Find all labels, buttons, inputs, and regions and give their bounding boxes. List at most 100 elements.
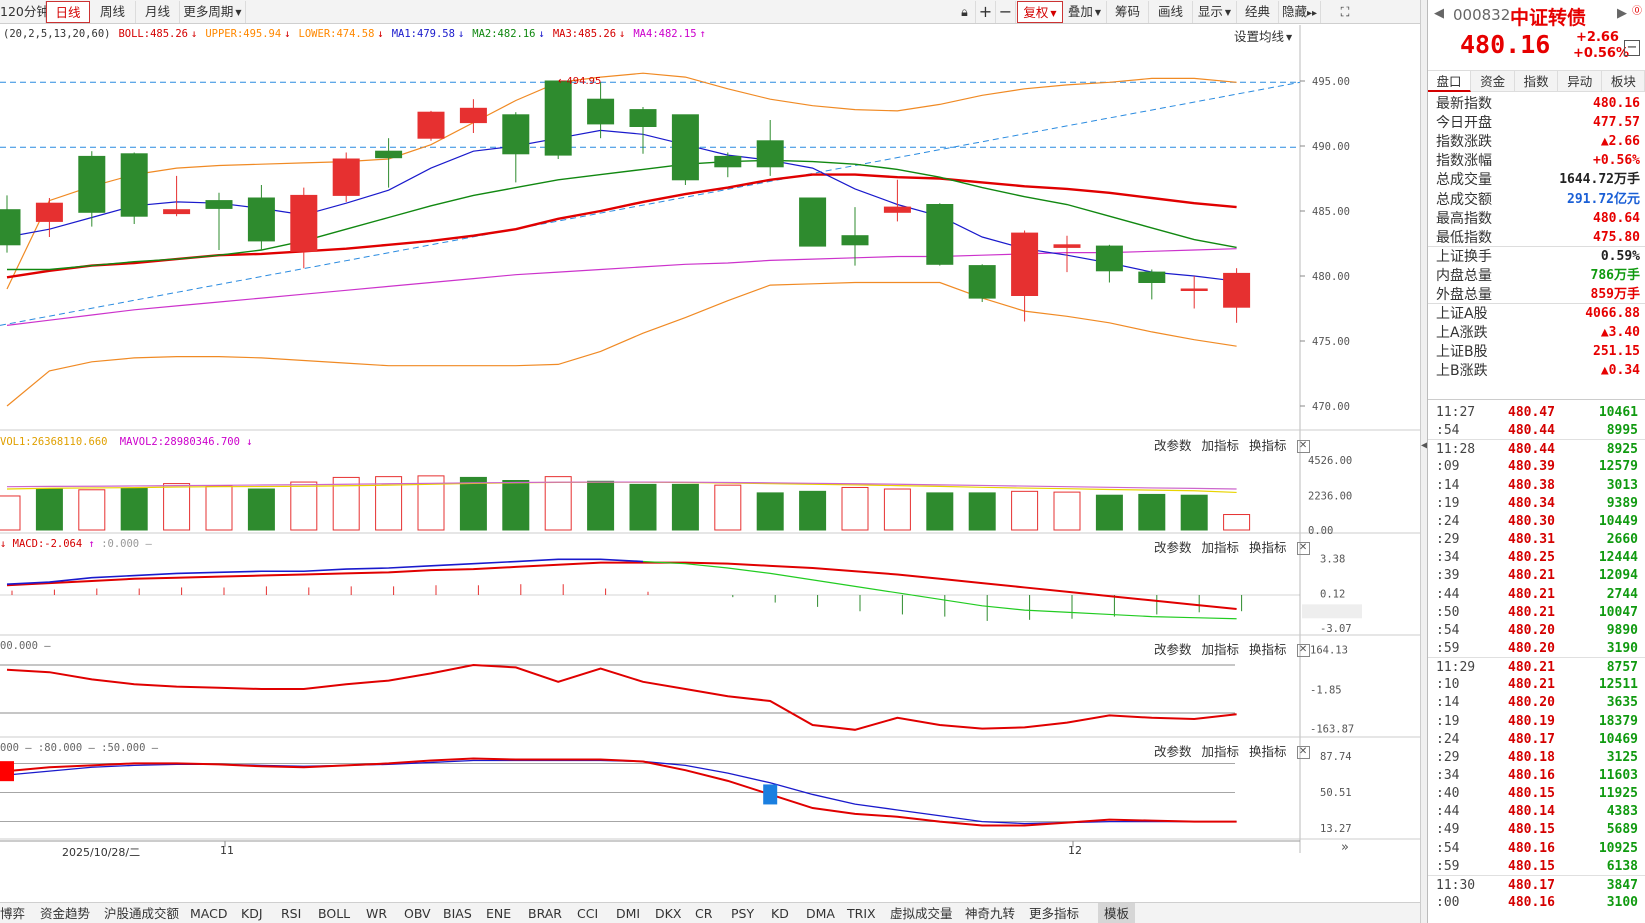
macd-axis-label: 0.12 <box>1320 589 1345 601</box>
chips-button[interactable]: 筹码 <box>1107 1 1149 23</box>
period-daily-button[interactable]: 日线 <box>46 1 90 23</box>
kdj-params-button[interactable]: 改参数 <box>1154 744 1192 759</box>
stat-row: 指数涨跌 ▲2.66 <box>1436 132 1640 152</box>
vol-switch-button[interactable]: 换指标 <box>1249 438 1287 453</box>
stat-row: 上证换手 0.59% <box>1436 247 1640 267</box>
draw-button[interactable]: 画线 <box>1149 1 1193 23</box>
stat-value: 251.15 <box>1593 344 1640 360</box>
candle-body <box>459 107 487 124</box>
indicator-tab[interactable]: PSY <box>731 903 754 923</box>
scroll-right-icon[interactable]: » <box>1341 840 1349 855</box>
tick-price: 480.17 <box>1508 877 1555 893</box>
kline-chart[interactable]: 495.00 490.00 485.00 480.00 475.00 470.00 ←494… <box>0 25 1420 901</box>
quote-tab[interactable]: 盘口 <box>1428 71 1471 92</box>
indicator-tab[interactable]: 虚拟成交量 <box>890 903 953 923</box>
display-button[interactable]: 显示 ▼ <box>1193 1 1237 23</box>
indicator-tab[interactable]: WR <box>366 903 387 923</box>
cci-close-icon[interactable]: ✕ <box>1296 644 1310 657</box>
indicator-tab[interactable]: CCI <box>577 903 598 923</box>
tick-volume: 8757 <box>1606 660 1638 676</box>
zoom-out-icon[interactable]: − <box>996 1 1016 23</box>
period-label: 更多周期 <box>183 4 234 19</box>
next-symbol-icon[interactable]: ▶ <box>1617 6 1627 21</box>
quote-tab[interactable]: 异动 <box>1559 71 1602 92</box>
candle-body <box>671 114 699 181</box>
indicator-tab[interactable]: 更多指标 <box>1029 903 1079 923</box>
stat-label: 外盘总量 <box>1436 287 1492 303</box>
stat-label: 上证换手 <box>1436 248 1492 265</box>
indicator-tab[interactable]: BIAS <box>443 903 472 923</box>
macd-params-button[interactable]: 改参数 <box>1154 540 1192 555</box>
volume-bar <box>1138 493 1166 531</box>
indicator-tab[interactable]: DMA <box>806 903 835 923</box>
indicator-tab[interactable]: 博弈 <box>0 903 25 923</box>
stat-row: 总成交额 291.72亿元 <box>1436 190 1640 210</box>
macd-close-icon[interactable]: ✕ <box>1296 542 1310 555</box>
macd-switch-button[interactable]: 换指标 <box>1249 540 1287 555</box>
cci-params-button[interactable]: 改参数 <box>1154 642 1192 657</box>
kdj-add-button[interactable]: 加指标 <box>1202 744 1240 759</box>
vol1-label: VOL1:26368110.660 <box>0 436 108 448</box>
indicator-tab[interactable]: TRIX <box>847 903 876 923</box>
prev-symbol-icon[interactable]: ◀ <box>1434 6 1444 21</box>
lock-icon[interactable]: 🔒︎ <box>954 1 976 23</box>
indicator-tab[interactable]: 神奇九转 <box>965 903 1015 923</box>
vol-params-button[interactable]: 改参数 <box>1154 438 1192 453</box>
indicator-tab[interactable]: BOLL <box>318 903 350 923</box>
volume-bar <box>883 488 911 531</box>
hide-arrows-icon: ▸▸ <box>1306 8 1318 19</box>
zoom-in-icon[interactable]: + <box>976 1 996 23</box>
indicator-tab[interactable]: KDJ <box>241 903 263 923</box>
overlay-button[interactable]: 叠加 ▼ <box>1063 1 1107 23</box>
candle-body <box>841 235 869 246</box>
period-monthly-button[interactable]: 月线 <box>136 1 180 23</box>
indicator-tab[interactable]: OBV <box>404 903 431 923</box>
indicator-tab[interactable]: BRAR <box>528 903 562 923</box>
kdj-switch-button[interactable]: 换指标 <box>1249 744 1287 759</box>
tick-row: :14 480.20 3635 <box>1428 693 1645 712</box>
indicator-tab[interactable]: 资金趋势 <box>40 903 90 923</box>
tick-price: 480.21 <box>1508 660 1555 676</box>
tick-time: :34 <box>1436 768 1460 783</box>
help-icon[interactable]: ⓪ <box>1632 2 1642 17</box>
cci-switch-button[interactable]: 换指标 <box>1249 642 1287 657</box>
quote-tab[interactable]: 板块 <box>1602 71 1645 92</box>
fullscreen-icon[interactable]: ⛶ <box>1333 1 1357 23</box>
indicator-tab[interactable]: 模板 <box>1098 903 1136 923</box>
hide-button[interactable]: 隐藏▸▸ <box>1279 1 1321 23</box>
tick-time: :40 <box>1436 786 1460 802</box>
quote-tab[interactable]: 指数 <box>1515 71 1559 92</box>
fuquan-button[interactable]: 复权 ▼ <box>1017 1 1063 23</box>
tick-time: :49 <box>1436 822 1460 838</box>
indicator-tab[interactable]: DMI <box>616 903 640 923</box>
indicator-tab[interactable]: MACD <box>190 903 227 923</box>
indicator-tab[interactable]: RSI <box>281 903 301 923</box>
classic-button[interactable]: 经典 <box>1237 1 1279 23</box>
macd-add-button[interactable]: 加指标 <box>1202 540 1240 555</box>
quote-tab[interactable]: 资金 <box>1472 71 1515 92</box>
tick-price: 480.30 <box>1508 513 1555 529</box>
period-weekly-button[interactable]: 周线 <box>90 1 136 23</box>
indicator-tab[interactable]: ENE <box>486 903 511 923</box>
indicator-tab[interactable]: 沪股通成交额 <box>104 903 179 923</box>
macd-panel-tools: 改参数 加指标 换指标 ✕ <box>1144 537 1310 556</box>
period-more-periods-button[interactable]: 更多周期 ▼ <box>180 1 246 23</box>
kdj-close-icon[interactable]: ✕ <box>1296 746 1310 759</box>
indicator-tab[interactable]: KD <box>771 903 789 923</box>
cci-add-button[interactable]: 加指标 <box>1202 642 1240 657</box>
indicator-tab[interactable]: CR <box>695 903 712 923</box>
vol-close-icon[interactable]: ✕ <box>1296 440 1310 453</box>
stat-label: 指数涨幅 <box>1436 153 1492 170</box>
tick-time: :24 <box>1436 731 1460 747</box>
stat-label: 上证B股 <box>1436 344 1488 361</box>
period-period-120-button[interactable]: 120分钟 <box>0 1 49 23</box>
vol-add-button[interactable]: 加指标 <box>1202 438 1240 453</box>
candle-body <box>502 114 530 155</box>
draw-label: 画线 <box>1157 4 1183 19</box>
collapse-quote-icon[interactable]: − <box>1624 40 1640 56</box>
panel-splitter[interactable]: ◀ <box>1420 0 1429 923</box>
vol-legend: VOL1:26368110.660 MAVOL2:28980346.700 ↓ <box>0 436 253 448</box>
fuquan-label: 复权 <box>1023 5 1049 20</box>
stat-value: +0.56% <box>1593 153 1640 169</box>
indicator-tab[interactable]: DKX <box>655 903 681 923</box>
